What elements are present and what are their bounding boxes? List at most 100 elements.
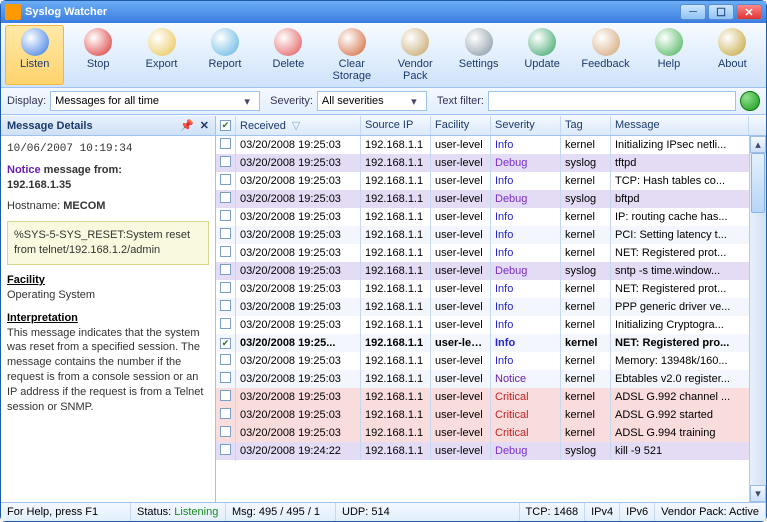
table-row[interactable]: 03/20/2008 19:25:03192.168.1.1user-level… <box>216 244 766 262</box>
severity-combo[interactable]: All severities ▾ <box>317 91 427 111</box>
vertical-scrollbar[interactable]: ▴ ▾ <box>749 136 766 502</box>
cell-received: 03/20/2008 19:25:03 <box>236 370 361 388</box>
cell-severity: Info <box>491 136 561 154</box>
row-checkbox[interactable] <box>220 192 231 203</box>
row-checkbox[interactable] <box>220 354 231 365</box>
maximize-button[interactable]: ☐ <box>708 4 734 20</box>
row-checkbox[interactable] <box>220 300 231 311</box>
table-row[interactable]: 03/20/2008 19:25:03192.168.1.1user-level… <box>216 388 766 406</box>
toolbar-label: Help <box>642 58 695 70</box>
pin-icon[interactable]: 📌 <box>180 119 194 132</box>
toolbar-label: Update <box>515 58 568 70</box>
message-grid: Received▽ Source IP Facility Severity Ta… <box>216 116 766 502</box>
scroll-down-icon[interactable]: ▾ <box>750 485 766 502</box>
col-tag[interactable]: Tag <box>561 116 611 135</box>
details-hostname: MECOM <box>63 200 105 212</box>
row-checkbox[interactable] <box>220 390 231 401</box>
cell-source: 192.168.1.1 <box>361 172 431 190</box>
table-row[interactable]: 03/20/2008 19:25:03192.168.1.1user-level… <box>216 208 766 226</box>
cell-received: 03/20/2008 19:25:03 <box>236 316 361 334</box>
details-facility-value: Operating System <box>7 288 209 303</box>
toolbar-report-button[interactable]: Report <box>195 25 254 85</box>
cell-tag: kernel <box>561 298 611 316</box>
toolbar-listen-button[interactable]: Listen <box>5 25 64 85</box>
cell-message: TCP: Hash tables co... <box>611 172 766 190</box>
row-checkbox[interactable] <box>220 228 231 239</box>
scroll-thumb[interactable] <box>751 153 765 213</box>
row-checkbox[interactable] <box>220 338 231 349</box>
table-row[interactable]: 03/20/2008 19:24:22192.168.1.1user-level… <box>216 442 766 460</box>
cell-tag: kernel <box>561 406 611 424</box>
table-row[interactable]: 03/20/2008 19:25:03192.168.1.1user-level… <box>216 226 766 244</box>
table-row[interactable]: 03/20/2008 19:25:03192.168.1.1user-level… <box>216 262 766 280</box>
table-row[interactable]: 03/20/2008 19:25:03192.168.1.1user-level… <box>216 190 766 208</box>
vendor-pack-icon <box>401 28 429 56</box>
col-check[interactable] <box>216 116 236 135</box>
row-checkbox[interactable] <box>220 444 231 455</box>
table-row[interactable]: 03/20/2008 19:25:03192.168.1.1user-level… <box>216 154 766 172</box>
toolbar-help-button[interactable]: Help <box>639 25 698 85</box>
text-filter-go-button[interactable] <box>740 91 760 111</box>
table-row[interactable]: 03/20/2008 19:25:03192.168.1.1user-level… <box>216 136 766 154</box>
table-row[interactable]: 03/20/2008 19:25:03192.168.1.1user-level… <box>216 406 766 424</box>
table-row[interactable]: 03/20/2008 19:25:03192.168.1.1user-level… <box>216 172 766 190</box>
col-message[interactable]: Message <box>611 116 749 135</box>
cell-received: 03/20/2008 19:25:03 <box>236 136 361 154</box>
close-button[interactable]: ✕ <box>736 4 762 20</box>
cell-message: ADSL G.992 channel ... <box>611 388 766 406</box>
cell-tag: kernel <box>561 226 611 244</box>
table-row[interactable]: 03/20/2008 19:25:03192.168.1.1user-level… <box>216 298 766 316</box>
cell-tag: kernel <box>561 424 611 442</box>
row-checkbox[interactable] <box>220 210 231 221</box>
toolbar-vendor-pack-button[interactable]: Vendor Pack <box>386 25 445 85</box>
cell-severity: Debug <box>491 190 561 208</box>
status-tcp: TCP: 1468 <box>520 503 586 521</box>
text-filter-input[interactable] <box>488 91 736 111</box>
titlebar[interactable]: Syslog Watcher ─ ☐ ✕ <box>1 1 766 23</box>
toolbar-clear-storage-button[interactable]: Clear Storage <box>322 25 381 85</box>
minimize-button[interactable]: ─ <box>680 4 706 20</box>
row-checkbox[interactable] <box>220 408 231 419</box>
row-checkbox[interactable] <box>220 264 231 275</box>
col-source[interactable]: Source IP <box>361 116 431 135</box>
toolbar-stop-button[interactable]: Stop <box>68 25 127 85</box>
scroll-up-icon[interactable]: ▴ <box>750 136 766 153</box>
panel-close-icon[interactable]: ✕ <box>200 119 209 132</box>
col-severity[interactable]: Severity <box>491 116 561 135</box>
row-checkbox[interactable] <box>220 138 231 149</box>
table-row[interactable]: 03/20/2008 19:25:03192.168.1.1user-level… <box>216 370 766 388</box>
message-details-panel: Message Details 📌 ✕ 10/06/2007 10:19:34 … <box>1 116 216 502</box>
toolbar-settings-button[interactable]: Settings <box>449 25 508 85</box>
table-row[interactable]: 03/20/2008 19:25:03192.168.1.1user-level… <box>216 424 766 442</box>
toolbar-update-button[interactable]: Update <box>512 25 571 85</box>
col-received[interactable]: Received▽ <box>236 116 361 135</box>
cell-severity: Info <box>491 316 561 334</box>
col-facility[interactable]: Facility <box>431 116 491 135</box>
row-checkbox[interactable] <box>220 372 231 383</box>
cell-tag: syslog <box>561 262 611 280</box>
row-checkbox[interactable] <box>220 426 231 437</box>
row-checkbox[interactable] <box>220 318 231 329</box>
cell-severity: Debug <box>491 442 561 460</box>
cell-severity: Info <box>491 298 561 316</box>
row-checkbox[interactable] <box>220 156 231 167</box>
table-row[interactable]: 03/20/2008 19:25:03192.168.1.1user-level… <box>216 316 766 334</box>
table-row[interactable]: 03/20/2008 19:25:03192.168.1.1user-level… <box>216 352 766 370</box>
toolbar-export-button[interactable]: Export <box>132 25 191 85</box>
display-combo[interactable]: Messages for all time ▾ <box>50 91 260 111</box>
cell-facility: user-level <box>431 136 491 154</box>
export-icon <box>148 28 176 56</box>
toolbar-feedback-button[interactable]: Feedback <box>576 25 635 85</box>
toolbar-about-button[interactable]: About <box>703 25 762 85</box>
row-checkbox[interactable] <box>220 174 231 185</box>
cell-source: 192.168.1.1 <box>361 298 431 316</box>
cell-facility: user-level <box>431 154 491 172</box>
toolbar-delete-button[interactable]: Delete <box>259 25 318 85</box>
row-checkbox[interactable] <box>220 282 231 293</box>
cell-facility: user-level <box>431 442 491 460</box>
cell-message: NET: Registered prot... <box>611 244 766 262</box>
row-checkbox[interactable] <box>220 246 231 257</box>
table-row[interactable]: 03/20/2008 19:25...192.168.1.1user-level… <box>216 334 766 352</box>
table-row[interactable]: 03/20/2008 19:25:03192.168.1.1user-level… <box>216 280 766 298</box>
cell-message: PPP generic driver ve... <box>611 298 766 316</box>
